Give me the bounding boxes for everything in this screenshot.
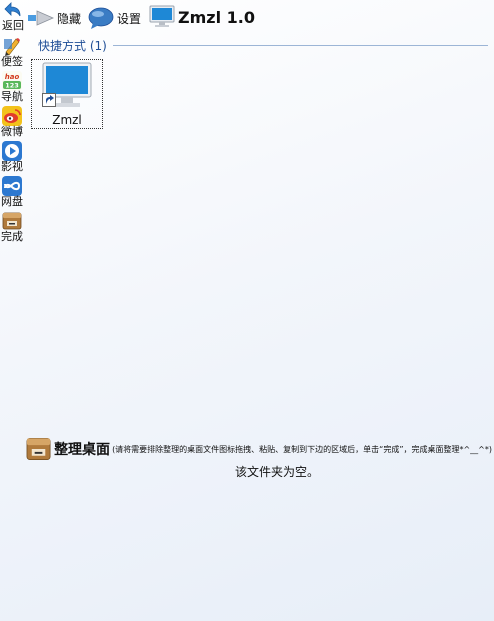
section-header: 快捷方式 (1) <box>38 38 488 53</box>
sidebar-item-label: 微博 <box>1 125 23 138</box>
box-icon <box>2 212 22 230</box>
organize-region-hint: (请将需要排除整理的桌面文件图标拖拽、粘贴、复制到下边的区域后，单击“完成”，完… <box>112 444 492 454</box>
sidebar-item-label: 网盘 <box>1 195 23 208</box>
shortcut-label: Zmzl <box>52 113 82 127</box>
svg-text:hao: hao <box>5 73 20 81</box>
hide-label: 隐藏 <box>57 11 82 26</box>
sidebar-item-label: 完成 <box>1 230 23 243</box>
settings-label: 设置 <box>117 11 142 26</box>
sidebar-item-label: 影视 <box>1 160 23 173</box>
sidebar-item-label: 导航 <box>1 90 23 103</box>
svg-text:123: 123 <box>5 82 19 90</box>
arrow-right-icon <box>28 10 54 26</box>
section-title: 快捷方式 (1) <box>38 38 107 53</box>
shortcut-arrow-icon <box>42 93 56 107</box>
sidebar-item-cloud-drive[interactable]: 网盘 <box>0 176 24 208</box>
app-title-group: Zmzl 1.0 <box>149 4 255 30</box>
hao123-icon: hao 123 <box>2 71 22 91</box>
sidebar-item-navigation[interactable]: hao 123 导航 <box>0 71 24 103</box>
pencil-icon <box>4 38 20 56</box>
hide-button[interactable]: 隐藏 <box>27 8 81 28</box>
empty-folder-message: 该文件夹为空。 <box>235 465 320 479</box>
box-icon <box>26 438 51 460</box>
sidebar-item-notes[interactable]: 便签 <box>0 36 24 68</box>
shortcut-tile[interactable]: Zmzl <box>31 59 103 129</box>
speech-bubble-icon <box>88 7 114 29</box>
app-title: Zmzl 1.0 <box>178 7 255 27</box>
weibo-icon <box>2 106 22 126</box>
cloud-drive-icon <box>2 176 22 196</box>
settings-button[interactable]: 设置 <box>87 6 141 30</box>
organize-region-title: 整理桌面 <box>54 442 111 458</box>
monitor-icon <box>149 5 175 27</box>
organize-region-header: 整理桌面 (请将需要排除整理的桌面文件图标拖拽、粘贴、复制到下边的区域后，单击“… <box>26 436 492 462</box>
sidebar-item-video[interactable]: 影视 <box>0 141 24 173</box>
sidebar-item-label: 便签 <box>1 55 23 68</box>
sidebar-item-weibo[interactable]: 微博 <box>0 106 24 138</box>
back-arrow-icon <box>4 2 21 17</box>
back-label: 返回 <box>2 19 24 32</box>
sidebar-item-done[interactable]: 完成 <box>0 211 24 243</box>
play-icon <box>2 141 22 161</box>
back-button[interactable]: 返回 <box>0 0 26 34</box>
section-divider <box>112 44 488 46</box>
